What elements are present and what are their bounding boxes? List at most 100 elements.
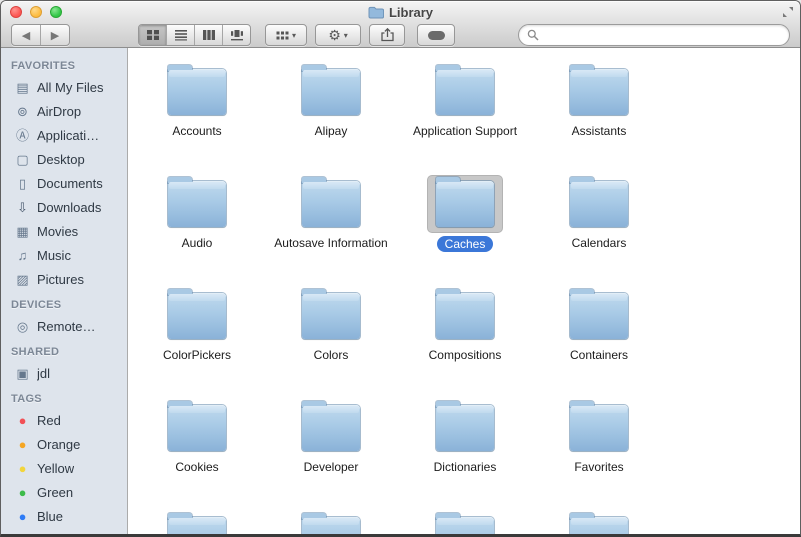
share-button[interactable] — [369, 24, 405, 46]
column-view-button[interactable] — [194, 25, 222, 45]
folder-partial[interactable] — [532, 498, 666, 534]
folder-dictionaries[interactable]: Dictionaries — [398, 386, 532, 498]
folder-label: Calendars — [571, 236, 627, 250]
folder-partial[interactable] — [398, 498, 532, 534]
sidebar-item-desktop[interactable]: ▢ Desktop — [1, 147, 127, 171]
chevron-down-icon: ▾ — [291, 30, 296, 40]
sidebar-item-music[interactable]: ♫ Music — [1, 243, 127, 267]
pictures-icon: ▨ — [16, 271, 29, 287]
sidebar-item-label: Blue — [37, 508, 64, 524]
search-input[interactable] — [544, 25, 781, 45]
sidebar-item-downloads[interactable]: ⇩ Downloads — [1, 195, 127, 219]
folder-icon-box — [562, 176, 636, 232]
folder-alipay[interactable]: Alipay — [264, 50, 398, 162]
sidebar-item-label: Remote… — [37, 318, 96, 334]
movies-icon: ▦ — [16, 223, 29, 239]
folder-developer[interactable]: Developer — [264, 386, 398, 498]
sidebar-item-green[interactable]: ● Green — [1, 480, 127, 504]
sidebar-item-all-my-files[interactable]: ▤ All My Files — [1, 75, 127, 99]
sidebar-item-blue[interactable]: ● Blue — [1, 504, 127, 528]
folder-compositions[interactable]: Compositions — [398, 274, 532, 386]
folder-proxy-icon[interactable] — [368, 6, 384, 19]
minimize-button[interactable] — [30, 6, 42, 18]
sidebar-item-orange[interactable]: ● Orange — [1, 432, 127, 456]
folder-label: Accounts — [172, 124, 222, 138]
folder-label-wrap: Favorites — [574, 460, 623, 474]
list-view-button[interactable] — [166, 25, 194, 45]
folder-application-support[interactable]: Application Support — [398, 50, 532, 162]
sidebar-item-jdl[interactable]: ▣ jdl — [1, 361, 127, 385]
sidebar-item-label: jdl — [37, 365, 51, 381]
folder-cookies[interactable]: Cookies — [130, 386, 264, 498]
folder-icon-box — [294, 400, 368, 456]
forward-button[interactable]: ▶ — [40, 25, 69, 45]
folder-icon-box — [428, 400, 502, 456]
action-button[interactable]: ⚙ ▾ — [315, 24, 361, 46]
folder-label: Application Support — [412, 124, 518, 138]
folder-icon — [570, 65, 628, 115]
sidebar-item-pictures[interactable]: ▨ Pictures — [1, 267, 127, 291]
sidebar-item-remote[interactable]: ◎ Remote… — [1, 314, 127, 338]
folder-autosave-information[interactable]: Autosave Information — [264, 162, 398, 274]
back-button[interactable]: ◀ — [12, 25, 40, 45]
folder-accounts[interactable]: Accounts — [130, 50, 264, 162]
sidebar-item-documents[interactable]: ▯ Documents — [1, 171, 127, 195]
folder-caches[interactable]: Caches — [398, 162, 532, 274]
documents-icon: ▯ — [18, 175, 27, 191]
edit-tags-button[interactable] — [417, 24, 455, 46]
folder-icon — [168, 513, 226, 534]
window-controls — [10, 6, 62, 18]
folder-label-wrap: Compositions — [429, 348, 502, 362]
desktop-icon: ▢ — [16, 151, 29, 167]
tag-red-icon: ● — [18, 412, 27, 428]
airdrop-icon: ⊚ — [17, 103, 28, 119]
folder-assistants[interactable]: Assistants — [532, 50, 666, 162]
back-icon: ◀ — [21, 29, 31, 42]
close-button[interactable] — [10, 6, 22, 18]
folder-favorites[interactable]: Favorites — [532, 386, 666, 498]
folder-label-wrap: Containers — [570, 348, 628, 362]
gear-icon: ⚙ — [328, 27, 341, 43]
sidebar-item-red[interactable]: ● Red — [1, 408, 127, 432]
tag-yellow-icon: ● — [18, 460, 27, 476]
window-body: FAVORITES ▤ All My Files ⊚ AirDrop Ⓐ Applicati… — [1, 48, 800, 534]
titlebar[interactable]: Library — [1, 1, 800, 23]
coverflow-view-button[interactable] — [222, 25, 250, 45]
folder-colorpickers[interactable]: ColorPickers — [130, 274, 264, 386]
sidebar-item-label: Pictures — [37, 271, 84, 287]
sidebar-item-movies[interactable]: ▦ Movies — [1, 219, 127, 243]
folder-icon-box — [562, 288, 636, 344]
folder-label-wrap: ColorPickers — [163, 348, 231, 362]
sidebar-item-label: All My Files — [37, 79, 104, 95]
fullscreen-icon[interactable] — [782, 6, 794, 18]
sidebar-item-airdrop[interactable]: ⊚ AirDrop — [1, 99, 127, 123]
folder-partial[interactable] — [264, 498, 398, 534]
window-chrome: Library ◀ ▶ ▾ ⚙ ▾ — [1, 1, 800, 48]
folder-colors[interactable]: Colors — [264, 274, 398, 386]
sidebar-item-yellow[interactable]: ● Yellow — [1, 456, 127, 480]
icon-view-button[interactable] — [139, 25, 166, 45]
folder-calendars[interactable]: Calendars — [532, 162, 666, 274]
forward-icon: ▶ — [50, 29, 60, 42]
folder-label-wrap: Alipay — [315, 124, 348, 138]
search-icon — [527, 29, 539, 41]
sidebar-item-label: Desktop — [37, 151, 85, 167]
remote-disc-icon: ◎ — [16, 318, 29, 334]
folder-label-wrap: Cookies — [175, 460, 218, 474]
folder-label-wrap: Audio — [182, 236, 213, 250]
folder-label: Dictionaries — [433, 460, 497, 474]
folder-icon-box — [562, 64, 636, 120]
icon-view-icon — [146, 30, 159, 40]
list-view-icon — [174, 30, 187, 41]
sidebar-item-label: Music — [37, 247, 71, 263]
folder-containers[interactable]: Containers — [532, 274, 666, 386]
folder-audio[interactable]: Audio — [130, 162, 264, 274]
folder-icon-box — [160, 400, 234, 456]
folder-icon-box — [428, 288, 502, 344]
zoom-button[interactable] — [50, 6, 62, 18]
arrange-button[interactable]: ▾ — [265, 24, 307, 46]
sidebar-item-applicati[interactable]: Ⓐ Applicati… — [1, 123, 127, 147]
search-field[interactable] — [518, 24, 790, 46]
folder-partial[interactable] — [130, 498, 264, 534]
finder-window: Library ◀ ▶ ▾ ⚙ ▾ FAVORITES ▤ All My Fil… — [0, 0, 801, 537]
